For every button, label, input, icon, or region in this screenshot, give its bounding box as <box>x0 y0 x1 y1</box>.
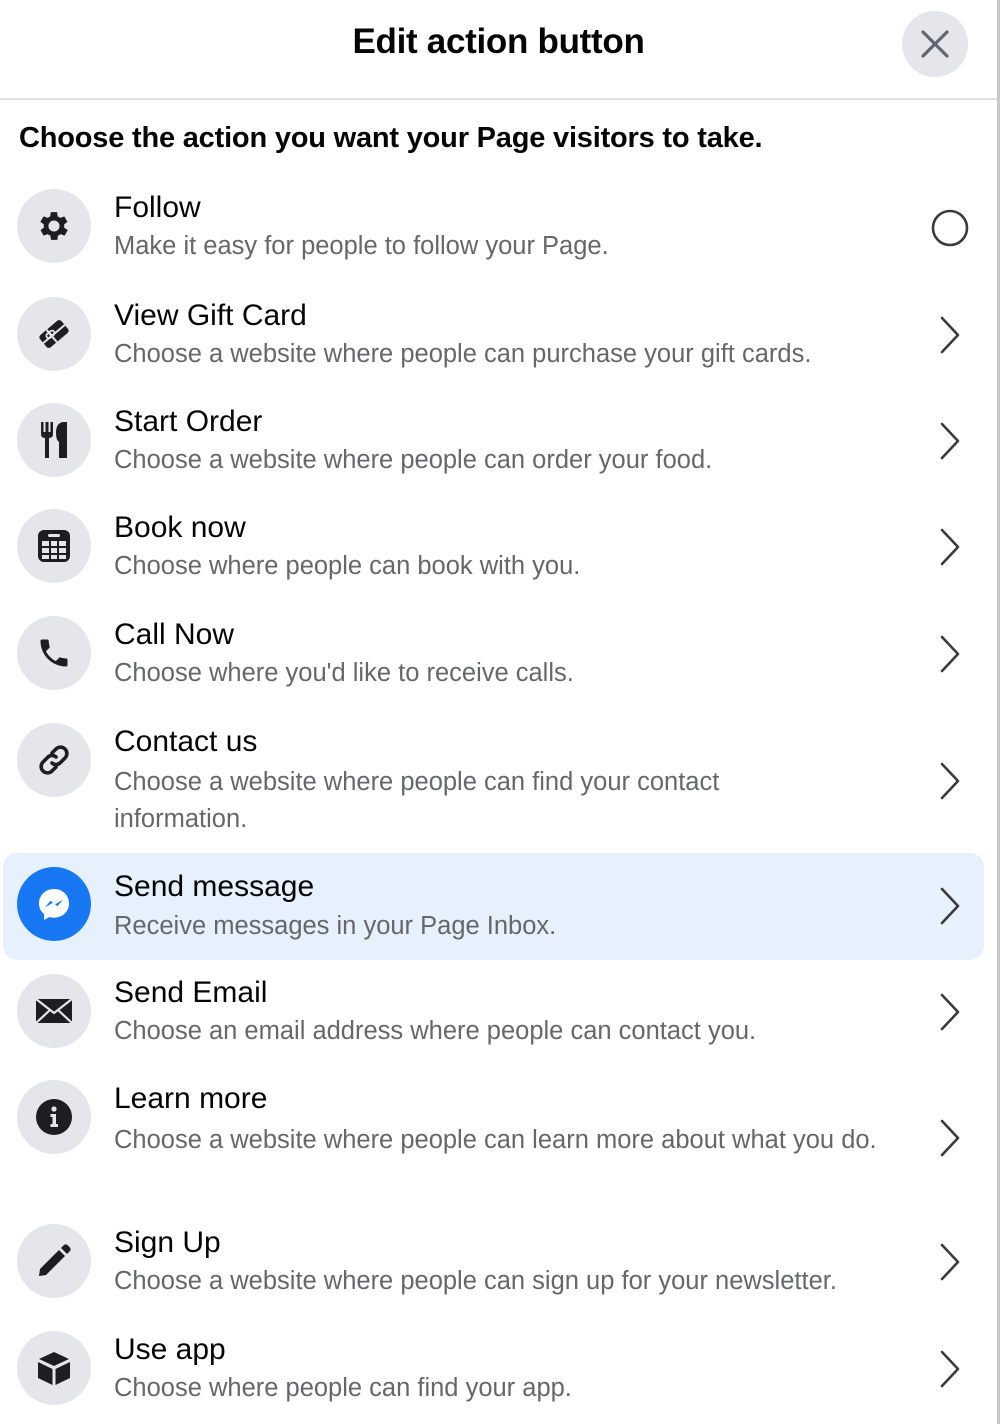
calendar-icon <box>36 528 72 564</box>
action-title: Sign Up <box>114 1226 221 1259</box>
dialog-subtitle: Choose the action you want your Page vis… <box>19 122 763 154</box>
action-icon-circle <box>17 189 91 263</box>
action-description: Choose where people can book with you. <box>114 552 581 580</box>
action-icon-circle <box>17 616 91 690</box>
chevron-button[interactable] <box>928 1347 972 1391</box>
close-icon <box>920 29 950 59</box>
action-item-follow[interactable]: Follow Make it easy for people to follow… <box>3 180 984 276</box>
action-item-start-order[interactable]: Start Order Choose a website where peopl… <box>3 394 984 490</box>
action-title: Learn more <box>114 1082 268 1115</box>
action-title: Start Order <box>114 405 263 438</box>
chevron-button[interactable] <box>928 525 972 569</box>
action-title: View Gift Card <box>114 299 307 332</box>
pencil-icon <box>35 1242 73 1280</box>
action-description: Choose a website where people can sign u… <box>114 1267 837 1295</box>
envelope-icon <box>34 995 74 1027</box>
action-item-send-message[interactable]: Send message Receive messages in your Pa… <box>3 853 984 960</box>
action-title: Send Email <box>114 976 268 1009</box>
phone-icon <box>36 635 72 671</box>
action-description: Choose a website where people can find y… <box>114 768 720 833</box>
follow-radio[interactable] <box>928 206 972 250</box>
chevron-right-icon <box>938 421 962 461</box>
info-icon <box>35 1098 73 1136</box>
chevron-right-icon <box>938 1242 962 1282</box>
cube-icon <box>35 1349 73 1387</box>
chevron-right-icon <box>938 886 962 926</box>
messenger-icon <box>34 884 74 924</box>
action-icon-circle <box>17 403 91 477</box>
action-description: Receive messages in your Page Inbox. <box>114 912 557 940</box>
action-description: Choose where you'd like to receive calls… <box>114 659 574 687</box>
chevron-button[interactable] <box>928 1240 972 1284</box>
chevron-button[interactable] <box>928 990 972 1034</box>
action-item-contact-us[interactable]: Contact us Choose a website where people… <box>3 714 984 844</box>
chevron-button[interactable] <box>928 313 972 357</box>
action-icon-circle <box>17 297 91 371</box>
dialog-title: Edit action button <box>352 22 645 61</box>
action-description: Choose a website where people can purcha… <box>114 340 812 368</box>
action-item-use-app[interactable]: Use app Choose where people can find you… <box>3 1322 984 1418</box>
link-icon <box>35 741 73 779</box>
action-description: Choose a website where people can order … <box>114 446 713 474</box>
action-icon-circle <box>17 509 91 583</box>
action-title: Contact us <box>114 725 258 758</box>
action-item-view-gift-card[interactable]: View Gift Card Choose a website where pe… <box>3 288 984 384</box>
chevron-right-icon <box>938 761 962 801</box>
chevron-button[interactable] <box>928 1116 972 1160</box>
chevron-right-icon <box>938 1118 962 1158</box>
chevron-right-icon <box>938 992 962 1032</box>
action-description: Make it easy for people to follow your P… <box>114 232 609 260</box>
chevron-button[interactable] <box>928 632 972 676</box>
radio-unchecked-icon <box>930 208 970 248</box>
action-title: Book now <box>114 511 246 544</box>
chevron-right-icon <box>938 1349 962 1389</box>
gear-icon <box>35 207 73 245</box>
action-description: Choose a website where people can learn … <box>114 1126 877 1154</box>
action-title: Send message <box>114 870 315 903</box>
chevron-button[interactable] <box>928 419 972 463</box>
action-icon-circle <box>17 723 91 797</box>
action-icon-circle <box>17 1080 91 1154</box>
chevron-button[interactable] <box>928 759 972 803</box>
action-item-sign-up[interactable]: Sign Up Choose a website where people ca… <box>3 1215 984 1311</box>
action-icon-circle <box>17 1331 91 1405</box>
close-button[interactable] <box>902 11 968 77</box>
chevron-right-icon <box>938 315 962 355</box>
action-description: Choose where people can find your app. <box>114 1374 572 1402</box>
action-title: Call Now <box>114 618 235 651</box>
action-item-call-now[interactable]: Call Now Choose where you'd like to rece… <box>3 607 984 703</box>
fork-knife-icon <box>37 420 71 460</box>
action-item-book-now[interactable]: Book now Choose where people can book wi… <box>3 500 984 596</box>
chevron-right-icon <box>938 634 962 674</box>
action-icon-circle <box>17 867 91 941</box>
action-title: Follow <box>114 191 201 224</box>
action-title: Use app <box>114 1333 226 1366</box>
action-item-learn-more[interactable]: Learn more Choose a website where people… <box>3 1071 984 1201</box>
gift-card-icon <box>34 314 74 354</box>
dialog-header: Edit action button <box>0 0 997 100</box>
chevron-right-icon <box>938 527 962 567</box>
chevron-button[interactable] <box>928 884 972 928</box>
action-icon-circle <box>17 1224 91 1298</box>
action-description: Choose an email address where people can… <box>114 1017 757 1045</box>
action-icon-circle <box>17 974 91 1048</box>
edit-action-button-dialog: Edit action button Choose the action you… <box>0 0 1000 1424</box>
action-item-send-email[interactable]: Send Email Choose an email address where… <box>3 965 984 1061</box>
